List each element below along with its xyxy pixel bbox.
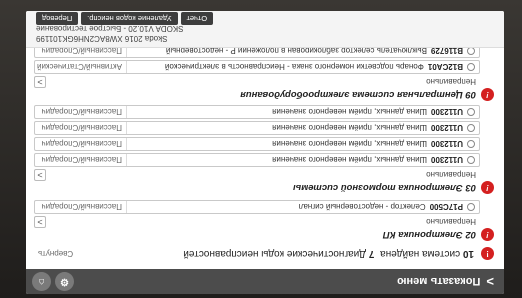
chevron-right-icon[interactable]: > — [34, 169, 46, 181]
system-group-02: ! 02 Электроника КП Неправильно > P17C50… — [34, 200, 494, 242]
group-status-row: Неправильно > — [34, 76, 494, 88]
fault-status: Пассивный/Спорадич — [35, 106, 127, 118]
top-icons: ⚙ ⌂ — [32, 272, 74, 291]
collapse-link[interactable]: Свернуть — [38, 249, 73, 258]
systems-summary: ! 10 система найдена 7 Диагностические к… — [34, 245, 494, 263]
radio-icon[interactable] — [467, 63, 475, 71]
group-status: Неправильно — [426, 170, 476, 180]
fault-code: U112300 — [430, 107, 463, 117]
translate-button[interactable]: Перевод — [36, 12, 79, 25]
fault-row[interactable]: U112300 Шина данных, приём неверного зна… — [34, 137, 480, 151]
radio-icon[interactable] — [467, 47, 475, 55]
test-version: SKODA V10.20 - Быстрое тестирование — [36, 24, 184, 33]
system-group-03: ! 03 Электроника тормозной системы Непра… — [34, 105, 494, 195]
radio-icon[interactable] — [467, 124, 475, 132]
radio-icon[interactable] — [467, 156, 475, 164]
fault-code: P17C500 — [429, 202, 463, 212]
fault-status: Активный/Статический — [35, 61, 127, 73]
footer-actions: Отчет Удаление кодов неиспр. Перевод — [36, 12, 214, 25]
fault-status: Пассивный/Спорадич — [35, 122, 127, 134]
fault-code: B12CA01 — [427, 62, 463, 72]
radio-icon[interactable] — [467, 108, 475, 116]
fault-description: Шина данных, приём неверного значения — [272, 107, 427, 117]
top-bar: > Показать меню ⚙ ⌂ — [26, 269, 504, 294]
clear-codes-button[interactable]: Удаление кодов неиспр. — [81, 12, 178, 25]
group-header[interactable]: ! 02 Электроника КП — [34, 228, 494, 242]
chevron-right-icon[interactable]: > — [34, 216, 46, 228]
show-menu-label: Показать меню — [397, 275, 481, 288]
settings-icon[interactable]: ⚙ — [55, 272, 74, 291]
group-status: Неправильно — [426, 217, 476, 227]
summary-prefix: 10 — [462, 248, 474, 260]
home-icon[interactable]: ⌂ — [32, 272, 51, 291]
fault-status: Пассивный/Спорадич — [35, 138, 127, 150]
vehicle-info: Skoda 2016 XW8AC2NH6GK101199 — [36, 34, 168, 43]
fault-row[interactable]: U112300 Шина данных, приём неверного зна… — [34, 121, 480, 135]
show-menu-button[interactable]: > Показать меню — [397, 274, 504, 289]
fault-status: Пассивный/Спорадич — [35, 154, 127, 166]
fault-description: Шина данных, приём неверного значения — [272, 139, 427, 149]
app-screen: > Показать меню ⚙ ⌂ ! 10 система найдена… — [26, 11, 504, 294]
warning-badge-icon: ! — [481, 181, 494, 195]
chevron-right-icon: > — [486, 274, 494, 289]
warning-badge-icon: ! — [481, 247, 494, 261]
warning-badge-icon: ! — [481, 88, 494, 102]
fault-code: U112300 — [430, 155, 463, 165]
group-title: 02 Электроника КП — [382, 229, 476, 241]
summary-count: 7 — [368, 248, 375, 260]
radio-icon[interactable] — [467, 203, 475, 211]
fault-description: Фонарь подсветки номерного знака - Неисп… — [164, 62, 424, 72]
fault-row[interactable]: U112300 Шина данных, приём неверного зна… — [34, 153, 480, 167]
group-title: 03 Электроника тормозной системы — [293, 182, 476, 194]
fault-code: U112300 — [430, 139, 463, 149]
group-status: Неправильно — [426, 77, 476, 87]
group-status-row: Неправильно > — [34, 169, 494, 181]
group-header[interactable]: ! 03 Электроника тормозной системы — [34, 181, 494, 195]
footer-bar: Skoda 2016 XW8AC2NH6GK101199 SKODA V10.2… — [26, 11, 504, 48]
fault-status: Пассивный/Спорадич — [35, 201, 127, 213]
group-status-row: Неправильно > — [34, 216, 494, 228]
summary-suffix: Диагностические коды неисправностей — [183, 248, 366, 260]
fault-description: Шина данных, приём неверного значения — [272, 155, 427, 165]
group-header[interactable]: ! 09 Центральная система электрооборудов… — [34, 88, 494, 102]
fault-code: U112300 — [430, 123, 463, 133]
fault-description: Селектор - недостоверный сигнал — [298, 202, 426, 212]
fault-row[interactable]: U112300 Шина данных, приём неверного зна… — [34, 105, 480, 119]
fault-row[interactable]: P17C500 Селектор - недостоверный сигнал … — [34, 200, 480, 214]
report-button[interactable]: Отчет — [180, 12, 214, 25]
summary-text: система найдена — [380, 248, 461, 260]
fault-description: Шина данных, приём неверного значения — [272, 123, 427, 133]
group-title: 09 Центральная система электрооборудован… — [240, 89, 476, 101]
warning-badge-icon: ! — [481, 228, 494, 242]
system-group-09: ! 09 Центральная система электрооборудов… — [34, 44, 494, 102]
chevron-right-icon[interactable]: > — [34, 76, 46, 88]
radio-icon[interactable] — [467, 140, 475, 148]
fault-row[interactable]: B12CA01 Фонарь подсветки номерного знака… — [34, 60, 480, 74]
